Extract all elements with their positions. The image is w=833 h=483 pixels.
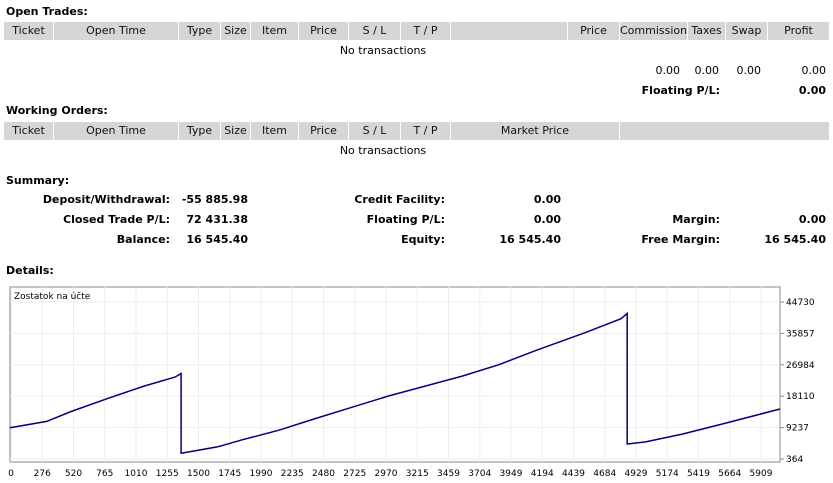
col-price[interactable]: Price bbox=[299, 22, 349, 40]
working-orders-empty: No transactions bbox=[339, 144, 427, 157]
free-margin-value: 16 545.40 bbox=[764, 233, 826, 246]
y-tick-label: 18110 bbox=[786, 392, 815, 402]
total-commission: 0.00 bbox=[655, 64, 681, 77]
wo-col-blank[interactable] bbox=[620, 122, 829, 140]
y-axis-ticks: 44730 35857 26984 18110 9237 364 bbox=[780, 298, 815, 465]
x-tick-label: 5909 bbox=[750, 469, 773, 479]
col-taxes[interactable]: Taxes bbox=[688, 22, 726, 40]
wo-col-price[interactable]: Price bbox=[299, 122, 349, 140]
open-trades-header: Ticket Open Time Type Size Item Price S … bbox=[4, 22, 829, 40]
equity-value: 16 545.40 bbox=[499, 233, 561, 246]
y-tick-label: 26984 bbox=[786, 361, 815, 371]
wo-col-tp[interactable]: T / P bbox=[401, 122, 451, 140]
x-tick-label: 4929 bbox=[625, 469, 648, 479]
col-item[interactable]: Item bbox=[251, 22, 299, 40]
wo-col-market-price[interactable]: Market Price bbox=[451, 122, 620, 140]
margin-value: 0.00 bbox=[798, 213, 826, 226]
deposit-label: Deposit/Withdrawal: bbox=[42, 193, 170, 206]
credit-label: Credit Facility: bbox=[354, 193, 445, 206]
total-taxes: 0.00 bbox=[694, 64, 720, 77]
col-open-time[interactable]: Open Time bbox=[54, 22, 179, 40]
col-commission[interactable]: Commission bbox=[620, 22, 688, 40]
summary-floating-label: Floating P/L: bbox=[366, 213, 445, 226]
col-ticket[interactable]: Ticket bbox=[4, 22, 54, 40]
margin-label: Margin: bbox=[672, 213, 720, 226]
y-tick-label: 364 bbox=[786, 455, 803, 465]
chart-title: Zostatok na účte bbox=[14, 291, 91, 302]
x-axis-ticks: 0 276 520 765 1010 1255 1500 1745 1990 2235 2480 27… bbox=[8, 469, 773, 479]
balance-chart: Zostatok na účte 0 276 520 765 1010 1255 1500 1… bbox=[8, 286, 815, 479]
details-title: Details: bbox=[6, 264, 54, 277]
x-tick-label: 2235 bbox=[281, 469, 304, 479]
x-tick-label: 520 bbox=[65, 469, 82, 479]
wo-col-item[interactable]: Item bbox=[251, 122, 299, 140]
col-swap[interactable]: Swap bbox=[726, 22, 768, 40]
balance-label: Balance: bbox=[116, 233, 170, 246]
x-tick-label: 4684 bbox=[593, 469, 616, 479]
closed-pl-label: Closed Trade P/L: bbox=[63, 213, 170, 226]
equity-label: Equity: bbox=[401, 233, 445, 246]
x-tick-label: 3459 bbox=[437, 469, 460, 479]
y-tick-label: 35857 bbox=[786, 329, 815, 339]
col-blank[interactable] bbox=[451, 22, 568, 40]
closed-pl-value: 72 431.38 bbox=[186, 213, 248, 226]
x-tick-label: 3704 bbox=[468, 469, 491, 479]
x-tick-label: 276 bbox=[34, 469, 51, 479]
x-tick-label: 1500 bbox=[187, 469, 210, 479]
total-profit: 0.00 bbox=[801, 64, 827, 77]
x-tick-label: 1990 bbox=[250, 469, 273, 479]
floating-pl-label: Floating P/L: bbox=[641, 84, 720, 97]
wo-col-open-time[interactable]: Open Time bbox=[54, 122, 179, 140]
x-tick-label: 3215 bbox=[406, 469, 429, 479]
col-close-price[interactable]: Price bbox=[568, 22, 620, 40]
floating-pl-value: 0.00 bbox=[798, 84, 826, 97]
summary-floating-value: 0.00 bbox=[533, 213, 561, 226]
col-sl[interactable]: S / L bbox=[349, 22, 401, 40]
wo-col-type[interactable]: Type bbox=[179, 122, 221, 140]
wo-col-sl[interactable]: S / L bbox=[349, 122, 401, 140]
x-tick-label: 1255 bbox=[156, 469, 179, 479]
x-tick-label: 2480 bbox=[312, 469, 335, 479]
chart-plot-area bbox=[9, 286, 781, 463]
open-trades-empty: No transactions bbox=[339, 44, 427, 57]
x-tick-label: 1745 bbox=[218, 469, 241, 479]
free-margin-label: Free Margin: bbox=[641, 233, 720, 246]
wo-col-size[interactable]: Size bbox=[221, 122, 251, 140]
open-trades-title: Open Trades: bbox=[6, 5, 88, 18]
balance-value: 16 545.40 bbox=[186, 233, 248, 246]
x-tick-label: 2970 bbox=[375, 469, 398, 479]
col-type[interactable]: Type bbox=[179, 22, 221, 40]
x-tick-label: 4439 bbox=[562, 469, 585, 479]
working-orders-title: Working Orders: bbox=[6, 104, 108, 117]
y-tick-label: 9237 bbox=[786, 424, 809, 434]
x-tick-label: 765 bbox=[96, 469, 113, 479]
x-tick-label: 2725 bbox=[343, 469, 366, 479]
deposit-value: -55 885.98 bbox=[181, 193, 248, 206]
x-tick-label: 5664 bbox=[718, 469, 741, 479]
x-tick-label: 3949 bbox=[500, 469, 523, 479]
summary-title: Summary: bbox=[6, 174, 70, 187]
col-profit[interactable]: Profit bbox=[768, 22, 829, 40]
x-tick-label: 4194 bbox=[531, 469, 554, 479]
wo-col-ticket[interactable]: Ticket bbox=[4, 122, 54, 140]
y-tick-label: 44730 bbox=[786, 298, 815, 308]
working-orders-header: Ticket Open Time Type Size Item Price S … bbox=[4, 122, 829, 140]
x-tick-label: 1010 bbox=[125, 469, 148, 479]
x-tick-label: 5419 bbox=[687, 469, 710, 479]
x-tick-label: 5174 bbox=[656, 469, 679, 479]
col-size[interactable]: Size bbox=[221, 22, 251, 40]
credit-value: 0.00 bbox=[533, 193, 561, 206]
x-tick-label: 0 bbox=[8, 469, 14, 479]
total-swap: 0.00 bbox=[736, 64, 762, 77]
col-tp[interactable]: T / P bbox=[401, 22, 451, 40]
